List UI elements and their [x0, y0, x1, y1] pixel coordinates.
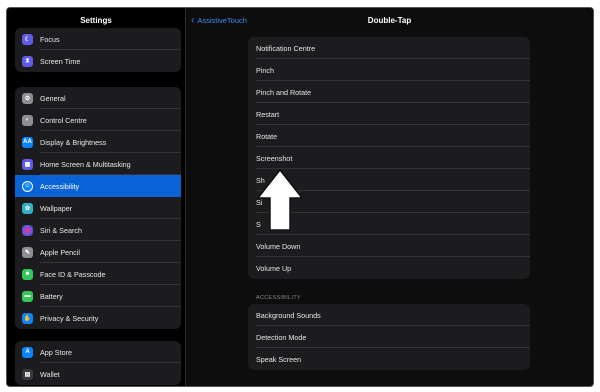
option-pinch[interactable]: Pinch	[248, 59, 530, 81]
option-volume-down[interactable]: Volume Down	[248, 235, 530, 257]
sidebar-item-label: App Store	[40, 347, 72, 357]
option-label: Speak Screen	[256, 354, 302, 364]
battery-icon: ▬	[22, 290, 33, 302]
sidebar-item-display-brightness[interactable]: AA Display & Brightness	[15, 131, 181, 153]
accessibility-icon: ☺	[22, 180, 33, 192]
option-restart[interactable]: Restart	[248, 103, 530, 125]
sidebar-item-label: Apple Pencil	[40, 247, 80, 257]
sidebar-item-label: Home Screen & Multitasking	[40, 159, 131, 169]
wallet-icon: ▤	[22, 368, 33, 380]
sidebar-item-label: Screen Time	[40, 56, 81, 66]
sidebar-item-privacy[interactable]: ✋ Privacy & Security	[15, 307, 181, 329]
sidebar-item-label: General	[40, 93, 66, 103]
sidebar-item-home-screen[interactable]: ▦ Home Screen & Multitasking	[15, 153, 181, 175]
sidebar-item-face-id[interactable]: ☻ Face ID & Passcode	[15, 263, 181, 285]
gear-icon: ⚙	[22, 92, 33, 104]
option-label: Rotate	[256, 131, 278, 141]
flower-icon: ✿	[22, 202, 33, 214]
option-label: Background Sounds	[256, 310, 321, 320]
sidebar-item-apple-pencil[interactable]: ✎ Apple Pencil	[15, 241, 181, 263]
sidebar-item-accessibility[interactable]: ☺ Accessibility	[15, 175, 181, 197]
option-label: Volume Down	[256, 241, 301, 251]
sidebar-item-label: Display & Brightness	[40, 137, 107, 147]
option-pinch-and-rotate[interactable]: Pinch and Rotate	[248, 81, 530, 103]
settings-sidebar: Settings ☾ Focus ⧗ Screen Time ⚙ General…	[7, 8, 186, 386]
sidebar-item-screen-time[interactable]: ⧗ Screen Time	[15, 50, 181, 72]
sidebar-item-general[interactable]: ⚙ General	[15, 87, 181, 109]
sidebar-item-label: Wallet	[40, 369, 60, 379]
siri-icon	[22, 224, 33, 236]
section-header-accessibility: ACCESSIBILITY	[256, 295, 301, 301]
sidebar-item-wallet[interactable]: ▤ Wallet	[15, 363, 181, 385]
sidebar-group-focus: ☾ Focus ⧗ Screen Time	[15, 28, 181, 72]
option-detection-mode[interactable]: Detection Mode	[248, 326, 530, 348]
option-label: Detection Mode	[256, 332, 307, 342]
option-speak-screen[interactable]: Speak Screen	[248, 348, 530, 370]
page-title: Double-Tap	[367, 16, 412, 25]
sidebar-item-control-centre[interactable]: ◐ Control Centre	[15, 109, 181, 131]
option-label: Volume Up	[256, 263, 292, 273]
sidebar-item-app-store[interactable]: A App Store	[15, 341, 181, 363]
pencil-icon: ✎	[22, 246, 33, 258]
option-volume-up[interactable]: Volume Up	[248, 257, 530, 279]
up-arrow-icon	[256, 168, 304, 231]
hand-icon: ✋	[22, 312, 33, 324]
sidebar-group-general: ⚙ General ◐ Control Centre AA Display & …	[15, 87, 181, 329]
sidebar-item-siri[interactable]: Siri & Search	[15, 219, 181, 241]
screenshot-frame: Settings ☾ Focus ⧗ Screen Time ⚙ General…	[6, 7, 594, 387]
sidebar-item-label: Privacy & Security	[40, 313, 99, 323]
sidebar-item-label: Battery	[40, 291, 63, 301]
appstore-icon: A	[22, 346, 33, 358]
option-rotate[interactable]: Rotate	[248, 125, 530, 147]
aa-icon: AA	[22, 136, 33, 148]
sidebar-item-label: Siri & Search	[40, 225, 82, 235]
option-label: Pinch and Rotate	[256, 87, 312, 97]
hourglass-icon: ⧗	[22, 55, 33, 67]
sidebar-title: Settings	[80, 16, 112, 25]
sidebar-item-focus[interactable]: ☾ Focus	[15, 28, 181, 50]
sidebar-item-label: Face ID & Passcode	[40, 269, 106, 279]
option-screenshot[interactable]: Screenshot	[248, 147, 530, 169]
detail-pane: ‹ AssistiveTouch Double-Tap Notification…	[186, 8, 593, 386]
action-list: Notification Centre Pinch Pinch and Rota…	[248, 37, 530, 279]
faceid-icon: ☻	[22, 268, 33, 280]
sidebar-item-label: Wallpaper	[40, 203, 73, 213]
option-label: Pinch	[256, 65, 274, 75]
option-notification-centre[interactable]: Notification Centre	[248, 37, 530, 59]
sidebar-item-wallpaper[interactable]: ✿ Wallpaper	[15, 197, 181, 219]
accessibility-action-list: Background Sounds Detection Mode Speak S…	[248, 304, 530, 370]
option-label: Screenshot	[256, 153, 293, 163]
sidebar-group-store: A App Store ▤ Wallet	[15, 341, 181, 385]
toggles-icon: ◐	[22, 114, 33, 126]
option-label: Restart	[256, 109, 280, 119]
option-label: Notification Centre	[256, 43, 316, 53]
sidebar-item-label: Focus	[40, 34, 60, 44]
moon-icon: ☾	[22, 33, 33, 45]
sidebar-item-label: Control Centre	[40, 115, 87, 125]
sidebar-item-battery[interactable]: ▬ Battery	[15, 285, 181, 307]
sidebar-item-label: Accessibility	[40, 181, 80, 191]
option-background-sounds[interactable]: Background Sounds	[248, 304, 530, 326]
grid-icon: ▦	[22, 158, 33, 170]
